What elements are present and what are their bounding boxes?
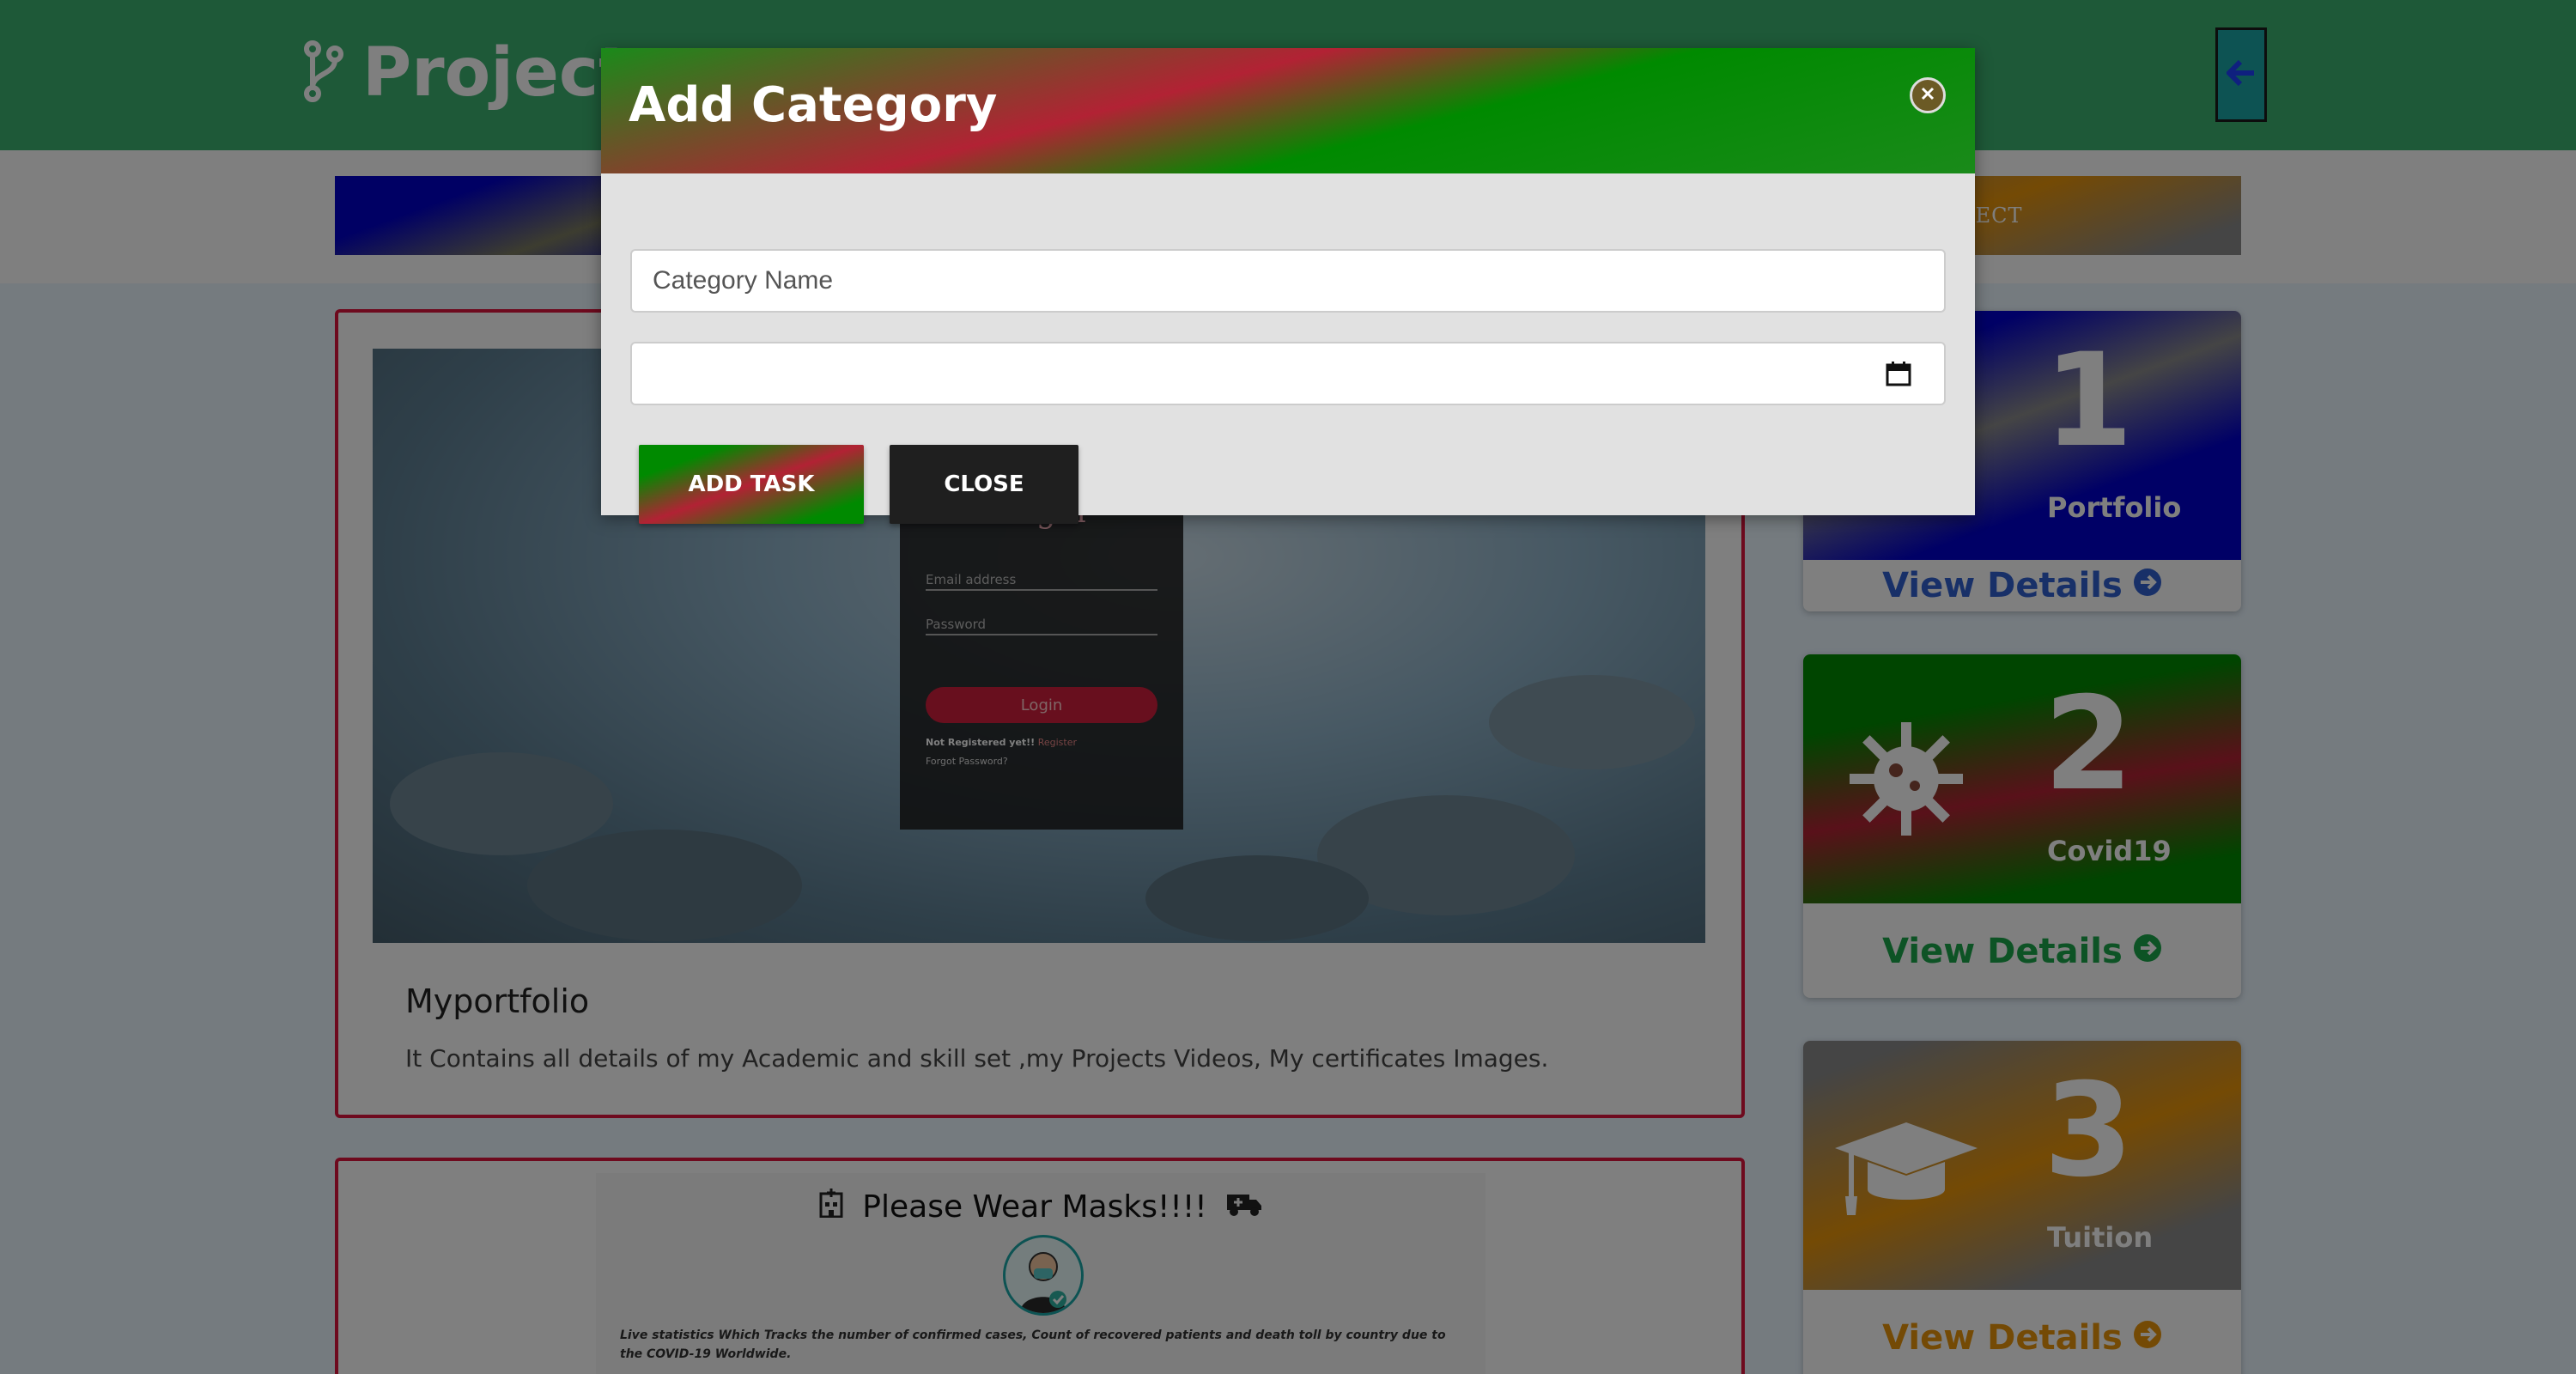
modal-title: Add Category: [629, 77, 998, 133]
add-task-button[interactable]: ADD TASK: [639, 445, 864, 524]
modal-header: Add Category: [601, 48, 1975, 173]
add-category-modal: Add Category ADD TASK CLOSE: [601, 48, 1975, 524]
date-input[interactable]: [630, 342, 1946, 405]
close-icon: [1920, 86, 1935, 105]
category-name-input[interactable]: [630, 249, 1946, 313]
modal-close-button[interactable]: [1910, 77, 1946, 113]
close-button[interactable]: CLOSE: [890, 445, 1078, 524]
calendar-icon[interactable]: [1886, 361, 1911, 386]
